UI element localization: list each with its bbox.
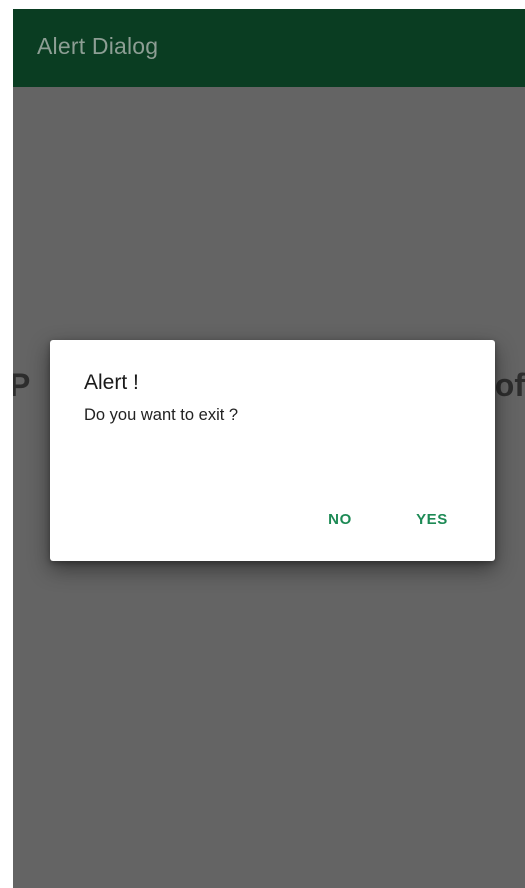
app-screen: Alert Dialog P of Alert ! Do you want to…	[13, 9, 525, 888]
app-bar-title: Alert Dialog	[37, 33, 159, 59]
dialog-title: Alert !	[84, 371, 139, 394]
yes-button[interactable]: YES	[400, 502, 464, 538]
no-button[interactable]: NO	[312, 502, 368, 538]
app-bar: Alert Dialog	[13, 9, 525, 87]
dialog-message: Do you want to exit ?	[84, 406, 239, 424]
alert-dialog: Alert ! Do you want to exit ? NO YES	[50, 340, 495, 561]
background-text-left: P	[13, 367, 31, 403]
background-text-right: of	[494, 367, 525, 403]
